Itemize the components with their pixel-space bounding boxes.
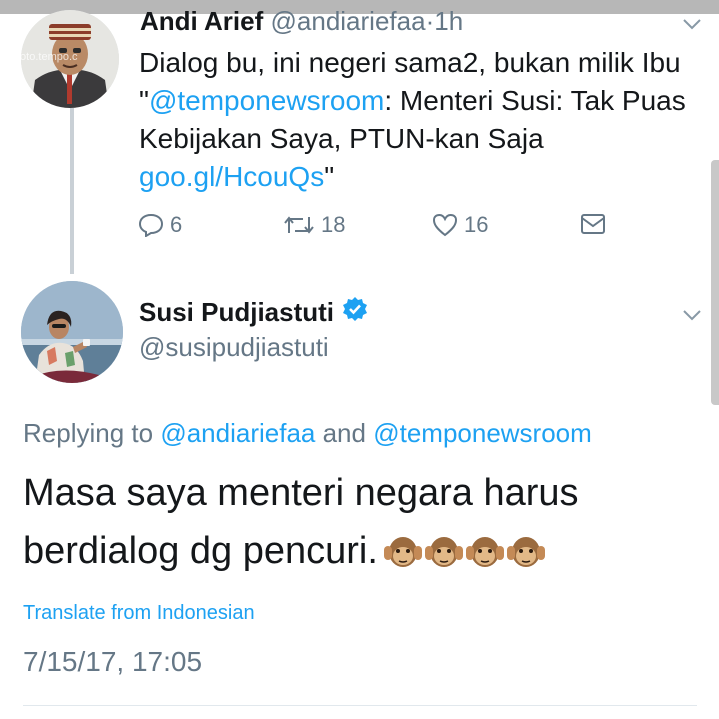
- tweet1-url-link[interactable]: goo.gl/HcouQs: [139, 161, 324, 192]
- tweet1-text: Dialog bu, ini negeri sama2, bukan milik…: [139, 44, 704, 196]
- translate-link[interactable]: Translate from Indonesian: [23, 602, 255, 625]
- reply-to-temponewsroom-link[interactable]: @temponewsroom: [373, 418, 592, 448]
- retweet-count: 18: [321, 212, 346, 237]
- tweet2-text: Masa saya menteri negara harus berdialog…: [23, 464, 703, 580]
- tweet1-action-bar: 6 18 16: [0, 212, 719, 244]
- reply-count: 6: [170, 212, 183, 237]
- see-no-evil-monkey-emoji: [465, 536, 504, 567]
- chevron-down-icon[interactable]: [682, 18, 702, 30]
- retweet-button[interactable]: 18: [283, 212, 345, 238]
- verified-badge-icon: [342, 296, 368, 329]
- tweet2-timestamp[interactable]: 7/15/17, 17:05: [23, 646, 202, 678]
- tweet1-mention-link[interactable]: @temponewsroom: [149, 85, 384, 116]
- andi-arief-avatar[interactable]: foto.tempo.c: [21, 10, 119, 108]
- scrollbar[interactable]: [711, 160, 719, 405]
- replying-to-line: Replying to @andiariefaa and @temponewsr…: [23, 418, 592, 449]
- retweet-icon: [284, 216, 314, 234]
- see-no-evil-monkey-emoji: [383, 536, 422, 567]
- like-button[interactable]: 16: [432, 212, 488, 238]
- avatar-watermark: foto.tempo.c: [21, 51, 78, 63]
- tweet2-author-handle[interactable]: @susipudjiastuti: [139, 332, 329, 363]
- tweet2-author-line: Susi Pudjiastuti: [139, 296, 368, 329]
- tweet1-author-name[interactable]: Andi Arief: [140, 6, 263, 36]
- direct-message-icon: [581, 214, 605, 234]
- chevron-down-icon[interactable]: [682, 309, 702, 321]
- see-no-evil-monkey-emoji: [506, 536, 545, 567]
- see-no-evil-monkey-emoji: [424, 536, 463, 567]
- like-count: 16: [464, 212, 489, 237]
- tweet1-author-handle[interactable]: @andiariefaa: [271, 6, 426, 36]
- tweet1-time[interactable]: 1h: [434, 6, 463, 36]
- thread-connector-line: [70, 108, 74, 274]
- tweet1-text-part3: ": [324, 161, 335, 192]
- emoji-group: [383, 534, 545, 572]
- replying-prefix: Replying to: [23, 418, 161, 448]
- direct-message-button[interactable]: [580, 212, 606, 236]
- replying-and: and: [315, 418, 374, 448]
- tweet1-author-line: Andi Arief @andiariefaa·1h: [140, 6, 463, 37]
- susi-pudjiastuti-avatar[interactable]: [21, 281, 123, 383]
- tweet2-author-name[interactable]: Susi Pudjiastuti: [139, 297, 334, 328]
- reply-icon: [138, 213, 164, 237]
- reply-button[interactable]: 6: [138, 212, 182, 238]
- like-icon: [432, 213, 458, 237]
- tweet1-time-separator: ·: [425, 6, 435, 36]
- bottom-divider: [23, 705, 697, 706]
- reply-to-andiariefaa-link[interactable]: @andiariefaa: [160, 418, 315, 448]
